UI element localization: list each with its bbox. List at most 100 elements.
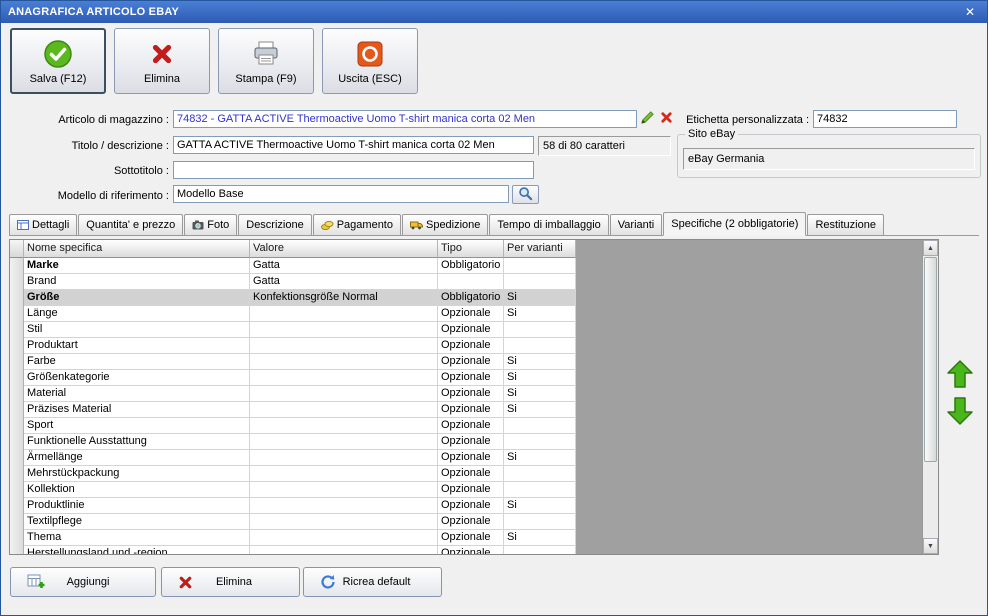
cell-tipo[interactable]: Opzionale [438, 402, 504, 418]
cell-per-varianti[interactable] [504, 466, 576, 482]
cell-per-varianti[interactable] [504, 338, 576, 354]
cell-per-varianti[interactable]: Si [504, 402, 576, 418]
exit-button[interactable]: Uscita (ESC) [322, 28, 418, 94]
table-row[interactable]: Präzises Material Opzionale Si [10, 402, 938, 418]
cell-valore[interactable] [250, 514, 438, 530]
cell-tipo[interactable]: Opzionale [438, 386, 504, 402]
table-row[interactable]: Mehrstückpackung Opzionale [10, 466, 938, 482]
row-selector[interactable] [10, 322, 24, 338]
table-row[interactable]: Größenkategorie Opzionale Si [10, 370, 938, 386]
row-selector[interactable] [10, 370, 24, 386]
titolo-field[interactable] [173, 136, 534, 154]
cell-valore[interactable] [250, 418, 438, 434]
table-row[interactable]: Produktart Opzionale [10, 338, 938, 354]
vertical-scrollbar[interactable] [922, 240, 938, 554]
cell-tipo[interactable] [438, 274, 504, 290]
row-selector[interactable] [10, 386, 24, 402]
print-button[interactable]: Stampa (F9) [218, 28, 314, 94]
cell-valore[interactable] [250, 370, 438, 386]
column-header-nome-specifica[interactable]: Nome specifica [24, 240, 250, 258]
cell-nome[interactable]: Stil [24, 322, 250, 338]
cell-tipo[interactable]: Opzionale [438, 530, 504, 546]
table-row[interactable]: Brand Gatta [10, 274, 938, 290]
table-row[interactable]: Sport Opzionale [10, 418, 938, 434]
column-header-per-varianti[interactable]: Per varianti [504, 240, 576, 258]
column-header-tipo[interactable]: Tipo [438, 240, 504, 258]
row-selector[interactable] [10, 402, 24, 418]
cell-per-varianti[interactable]: Si [504, 498, 576, 514]
row-selector[interactable] [10, 354, 24, 370]
close-icon[interactable]: ✕ [960, 4, 980, 20]
table-row[interactable]: Länge Opzionale Si [10, 306, 938, 322]
tab-varianti[interactable]: Varianti [609, 214, 663, 235]
cell-tipo[interactable]: Obbligatorio [438, 290, 504, 306]
sottotitolo-field[interactable] [173, 161, 534, 179]
table-row[interactable]: Herstellungsland und -region Opzionale [10, 546, 938, 554]
cell-valore[interactable] [250, 482, 438, 498]
cell-valore[interactable] [250, 434, 438, 450]
delete-specific-button[interactable]: Elimina [161, 567, 300, 597]
tab-pagamento[interactable]: Pagamento [312, 214, 401, 235]
tab-specifiche-2-obbligatorie[interactable]: Specifiche (2 obbligatorie) [663, 212, 807, 236]
table-row[interactable]: Kollektion Opzionale [10, 482, 938, 498]
table-row[interactable]: Marke Gatta Obbligatorio [10, 258, 938, 274]
cell-tipo[interactable]: Opzionale [438, 450, 504, 466]
edit-articolo-button[interactable] [639, 111, 655, 127]
table-row[interactable]: Größe Konfektionsgröße Normal Obbligatorio… [10, 290, 938, 306]
cell-valore[interactable] [250, 530, 438, 546]
row-selector[interactable] [10, 530, 24, 546]
row-selector[interactable] [10, 498, 24, 514]
row-selector[interactable] [10, 434, 24, 450]
row-selector[interactable] [10, 274, 24, 290]
recreate-default-button[interactable]: Ricrea default [303, 567, 442, 597]
cell-nome[interactable]: Textilpflege [24, 514, 250, 530]
tab-foto[interactable]: Foto [184, 214, 238, 235]
cell-valore[interactable] [250, 402, 438, 418]
cell-nome[interactable]: Produktlinie [24, 498, 250, 514]
cell-valore[interactable] [250, 546, 438, 554]
cell-nome[interactable]: Sport [24, 418, 250, 434]
cell-valore[interactable] [250, 306, 438, 322]
row-selector[interactable] [10, 290, 24, 306]
cell-per-varianti[interactable]: Si [504, 354, 576, 370]
cell-per-varianti[interactable] [504, 258, 576, 274]
search-modello-button[interactable] [512, 185, 539, 204]
cell-valore[interactable] [250, 338, 438, 354]
clear-articolo-button[interactable] [658, 111, 674, 127]
cell-per-varianti[interactable] [504, 514, 576, 530]
tab-descrizione[interactable]: Descrizione [238, 214, 312, 235]
tab-tempo-di-imballaggio[interactable]: Tempo di imballaggio [489, 214, 609, 235]
scroll-up-icon[interactable] [923, 240, 938, 256]
row-selector[interactable] [10, 338, 24, 354]
table-row[interactable]: Produktlinie Opzionale Si [10, 498, 938, 514]
cell-tipo[interactable]: Opzionale [438, 322, 504, 338]
cell-per-varianti[interactable]: Si [504, 306, 576, 322]
cell-nome[interactable]: Ärmellänge [24, 450, 250, 466]
cell-tipo[interactable]: Opzionale [438, 418, 504, 434]
cell-per-varianti[interactable] [504, 434, 576, 450]
cell-valore[interactable] [250, 322, 438, 338]
cell-per-varianti[interactable] [504, 482, 576, 498]
tab-restituzione[interactable]: Restituzione [807, 214, 884, 235]
cell-nome[interactable]: Marke [24, 258, 250, 274]
delete-button[interactable]: Elimina [114, 28, 210, 94]
row-selector[interactable] [10, 258, 24, 274]
cell-tipo[interactable]: Opzionale [438, 482, 504, 498]
table-row[interactable]: Material Opzionale Si [10, 386, 938, 402]
row-selector[interactable] [10, 450, 24, 466]
cell-nome[interactable]: Präzises Material [24, 402, 250, 418]
cell-nome[interactable]: Thema [24, 530, 250, 546]
cell-per-varianti[interactable] [504, 418, 576, 434]
table-row[interactable]: Farbe Opzionale Si [10, 354, 938, 370]
cell-nome[interactable]: Mehrstückpackung [24, 466, 250, 482]
cell-nome[interactable]: Farbe [24, 354, 250, 370]
row-selector[interactable] [10, 418, 24, 434]
move-row-up-button[interactable] [946, 360, 974, 390]
cell-tipo[interactable]: Opzionale [438, 370, 504, 386]
articolo-field[interactable] [173, 110, 637, 128]
cell-nome[interactable]: Brand [24, 274, 250, 290]
tab-dettagli[interactable]: Dettagli [9, 214, 78, 235]
tab-spedizione[interactable]: Spedizione [401, 214, 489, 235]
cell-tipo[interactable]: Opzionale [438, 306, 504, 322]
cell-nome[interactable]: Produktart [24, 338, 250, 354]
